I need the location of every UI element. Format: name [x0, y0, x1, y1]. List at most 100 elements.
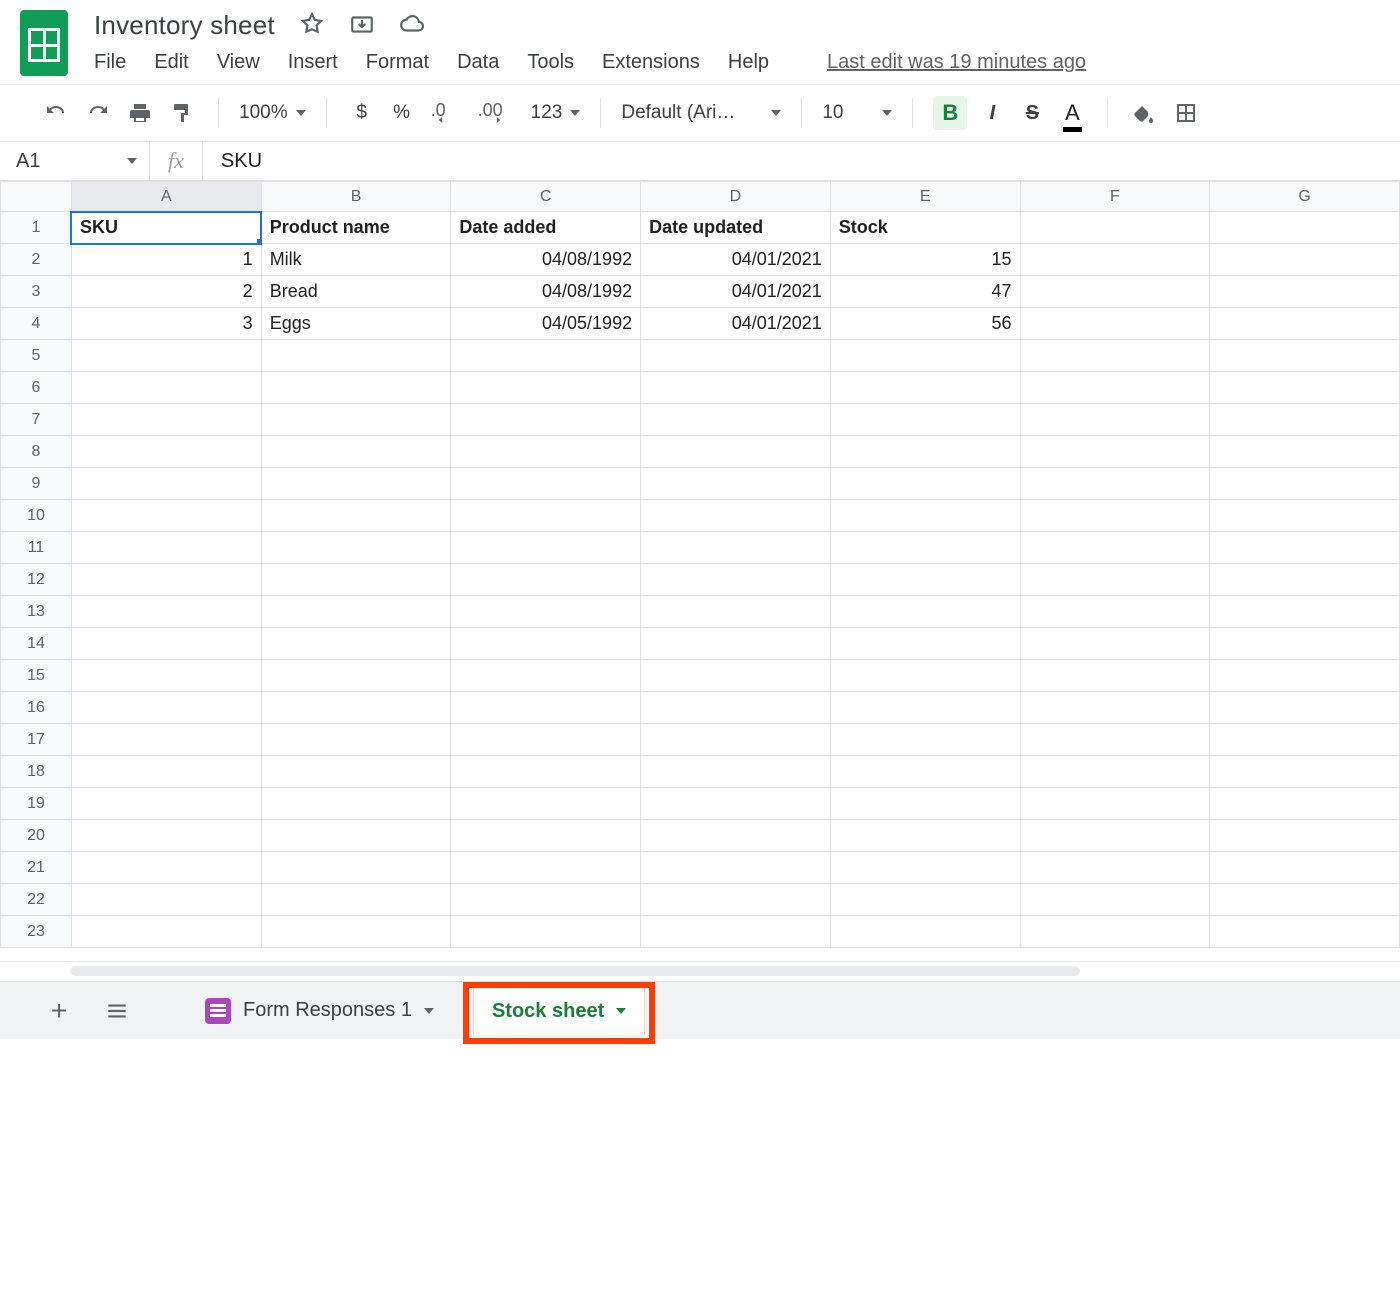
cell-D20[interactable]	[641, 820, 831, 852]
cell-F13[interactable]	[1020, 596, 1210, 628]
cell-B16[interactable]	[261, 692, 451, 724]
cell-C14[interactable]	[451, 628, 641, 660]
cell-D12[interactable]	[641, 564, 831, 596]
cell-D11[interactable]	[641, 532, 831, 564]
cell-G10[interactable]	[1210, 500, 1400, 532]
decrease-decimal-button[interactable]: .0	[427, 96, 464, 130]
cell-B10[interactable]	[261, 500, 451, 532]
row-header[interactable]: 10	[1, 500, 72, 532]
cell-F23[interactable]	[1020, 916, 1210, 948]
cell-E11[interactable]	[830, 532, 1020, 564]
scrollbar-thumb[interactable]	[70, 966, 1080, 976]
row-header[interactable]: 19	[1, 788, 72, 820]
cell-B4[interactable]: Eggs	[261, 308, 451, 340]
cell-D16[interactable]	[641, 692, 831, 724]
cell-E23[interactable]	[830, 916, 1020, 948]
row-header[interactable]: 8	[1, 436, 72, 468]
fill-color-button[interactable]	[1128, 96, 1160, 130]
cell-D4[interactable]: 04/01/2021	[641, 308, 831, 340]
cell-E2[interactable]: 15	[830, 244, 1020, 276]
cell-B3[interactable]: Bread	[261, 276, 451, 308]
row-header[interactable]: 15	[1, 660, 72, 692]
cell-B2[interactable]: Milk	[261, 244, 451, 276]
cell-A8[interactable]	[71, 436, 261, 468]
cell-C16[interactable]	[451, 692, 641, 724]
zoom-dropdown[interactable]: 100%	[239, 102, 306, 124]
cell-A23[interactable]	[71, 916, 261, 948]
cell-A18[interactable]	[71, 756, 261, 788]
cell-G20[interactable]	[1210, 820, 1400, 852]
row-header[interactable]: 3	[1, 276, 72, 308]
cell-B23[interactable]	[261, 916, 451, 948]
cell-B14[interactable]	[261, 628, 451, 660]
cell-E22[interactable]	[830, 884, 1020, 916]
move-icon[interactable]	[349, 11, 375, 40]
cell-F5[interactable]	[1020, 340, 1210, 372]
cell-E4[interactable]: 56	[830, 308, 1020, 340]
cell-C20[interactable]	[451, 820, 641, 852]
cloud-status-icon[interactable]	[399, 11, 425, 40]
cell-G2[interactable]	[1210, 244, 1400, 276]
cell-C22[interactable]	[451, 884, 641, 916]
row-header[interactable]: 23	[1, 916, 72, 948]
row-header[interactable]: 16	[1, 692, 72, 724]
cell-G3[interactable]	[1210, 276, 1400, 308]
cell-D3[interactable]: 04/01/2021	[641, 276, 831, 308]
cell-C18[interactable]	[451, 756, 641, 788]
cell-E21[interactable]	[830, 852, 1020, 884]
row-header[interactable]: 20	[1, 820, 72, 852]
cell-F16[interactable]	[1020, 692, 1210, 724]
cell-F18[interactable]	[1020, 756, 1210, 788]
cell-A6[interactable]	[71, 372, 261, 404]
sheets-logo-icon[interactable]	[20, 10, 68, 76]
column-header-B[interactable]: B	[261, 182, 451, 212]
formula-bar[interactable]: SKU	[203, 150, 1400, 173]
row-header[interactable]: 21	[1, 852, 72, 884]
cell-A9[interactable]	[71, 468, 261, 500]
cell-C7[interactable]	[451, 404, 641, 436]
bold-button[interactable]: B	[933, 96, 967, 130]
row-header[interactable]: 7	[1, 404, 72, 436]
cell-C12[interactable]	[451, 564, 641, 596]
cell-F9[interactable]	[1020, 468, 1210, 500]
cell-D2[interactable]: 04/01/2021	[641, 244, 831, 276]
menu-tools[interactable]: Tools	[527, 51, 574, 74]
cell-A5[interactable]	[71, 340, 261, 372]
cell-D15[interactable]	[641, 660, 831, 692]
row-header[interactable]: 11	[1, 532, 72, 564]
cell-F6[interactable]	[1020, 372, 1210, 404]
cell-A13[interactable]	[71, 596, 261, 628]
cell-F11[interactable]	[1020, 532, 1210, 564]
cell-C17[interactable]	[451, 724, 641, 756]
cell-F22[interactable]	[1020, 884, 1210, 916]
cell-E1[interactable]: Stock	[830, 212, 1020, 244]
cell-E8[interactable]	[830, 436, 1020, 468]
menu-help[interactable]: Help	[728, 51, 769, 74]
font-size-dropdown[interactable]: 10	[822, 102, 892, 124]
cell-E16[interactable]	[830, 692, 1020, 724]
cell-F12[interactable]	[1020, 564, 1210, 596]
cell-B21[interactable]	[261, 852, 451, 884]
cell-A22[interactable]	[71, 884, 261, 916]
redo-button[interactable]	[82, 96, 114, 130]
cell-G21[interactable]	[1210, 852, 1400, 884]
cell-E7[interactable]	[830, 404, 1020, 436]
row-header[interactable]: 13	[1, 596, 72, 628]
spreadsheet-grid[interactable]: ABCDEFG 1SKUProduct nameDate addedDate u…	[0, 181, 1400, 948]
column-header-F[interactable]: F	[1020, 182, 1210, 212]
cell-F2[interactable]	[1020, 244, 1210, 276]
cell-C19[interactable]	[451, 788, 641, 820]
cell-E5[interactable]	[830, 340, 1020, 372]
paint-format-button[interactable]	[166, 96, 198, 130]
cell-B22[interactable]	[261, 884, 451, 916]
italic-button[interactable]: I	[977, 96, 1007, 130]
cell-F20[interactable]	[1020, 820, 1210, 852]
cell-A2[interactable]: 1	[71, 244, 261, 276]
document-title[interactable]: Inventory sheet	[94, 10, 275, 41]
cell-A1[interactable]: SKU	[71, 212, 261, 244]
menu-view[interactable]: View	[217, 51, 260, 74]
cell-B20[interactable]	[261, 820, 451, 852]
cell-A15[interactable]	[71, 660, 261, 692]
cell-C6[interactable]	[451, 372, 641, 404]
menu-file[interactable]: File	[94, 51, 126, 74]
